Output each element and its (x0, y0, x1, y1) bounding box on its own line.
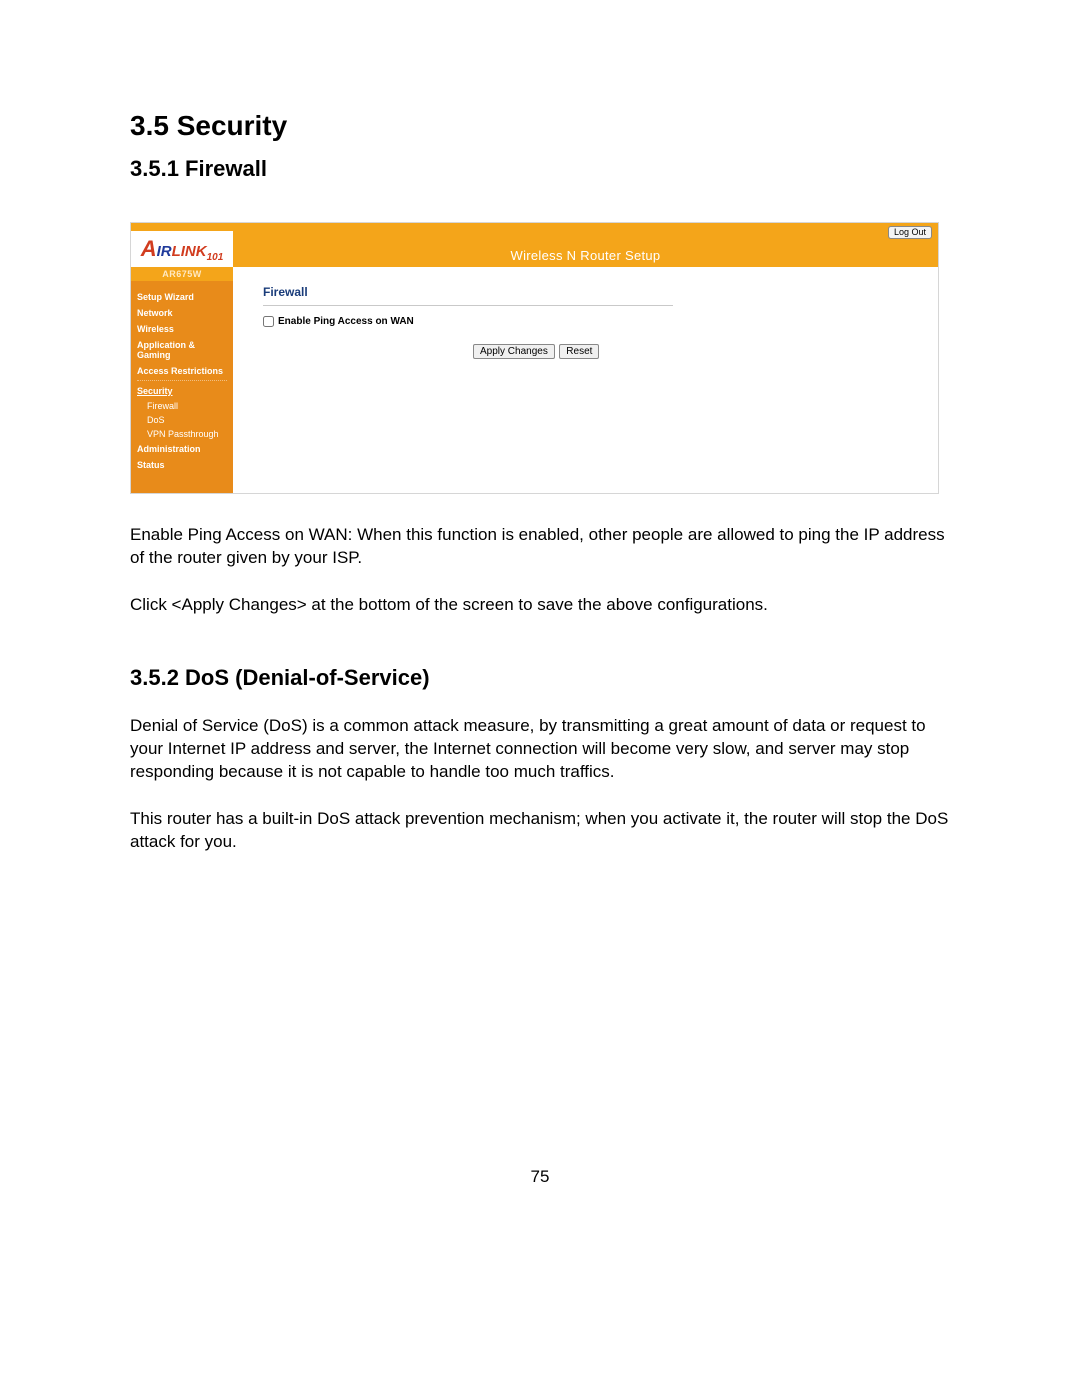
paragraph-dos-desc: Denial of Service (DoS) is a common atta… (130, 715, 950, 784)
button-row: Apply Changes Reset (263, 341, 908, 359)
paragraph-dos-prevention: This router has a built-in DoS attack pr… (130, 808, 950, 854)
router-screenshot: Log Out AIRLINK101 Wireless N Router Set… (130, 222, 939, 494)
paragraph-apply-desc: Click <Apply Changes> at the bottom of t… (130, 594, 950, 617)
ping-access-checkbox[interactable] (263, 316, 274, 327)
subsection-title-firewall: 3.5.1 Firewall (130, 156, 950, 182)
content-title: Firewall (263, 285, 908, 299)
sidebar-subitem-firewall[interactable]: Firewall (137, 399, 227, 413)
ping-access-label: Enable Ping Access on WAN (278, 316, 414, 327)
page-number: 75 (0, 1167, 1080, 1187)
sidebar-subitem-vpn[interactable]: VPN Passthrough (137, 427, 227, 441)
sidebar-item-status[interactable]: Status (137, 457, 227, 473)
sidebar-item-app-gaming[interactable]: Application & Gaming (137, 337, 227, 363)
router-header: AIRLINK101 Wireless N Router Setup (131, 231, 938, 267)
ping-access-row[interactable]: Enable Ping Access on WAN (263, 316, 908, 327)
router-content: Firewall Enable Ping Access on WAN Apply… (233, 267, 938, 493)
logout-button[interactable]: Log Out (888, 226, 932, 239)
subsection-title-dos: 3.5.2 DoS (Denial-of-Service) (130, 665, 950, 691)
nav: Setup Wizard Network Wireless Applicatio… (131, 281, 233, 493)
divider (137, 380, 227, 381)
reset-button[interactable]: Reset (559, 344, 599, 359)
airlink-logo: AIRLINK101 (141, 236, 224, 263)
header-title: Wireless N Router Setup (511, 248, 661, 263)
paragraph-ping-desc: Enable Ping Access on WAN: When this fun… (130, 524, 950, 570)
top-strip: Log Out (131, 223, 938, 231)
section-title: 3.5 Security (130, 110, 950, 142)
sidebar-item-network[interactable]: Network (137, 305, 227, 321)
model-label: AR675W (131, 267, 233, 281)
sidebar: AR675W Setup Wizard Network Wireless App… (131, 267, 233, 493)
sidebar-subitem-dos[interactable]: DoS (137, 413, 227, 427)
sidebar-item-administration[interactable]: Administration (137, 441, 227, 457)
apply-changes-button[interactable]: Apply Changes (473, 344, 555, 359)
sidebar-item-security[interactable]: Security (137, 383, 227, 399)
logo-cell: AIRLINK101 (131, 231, 233, 267)
sidebar-item-wireless[interactable]: Wireless (137, 321, 227, 337)
header-band: Wireless N Router Setup (233, 231, 938, 267)
sidebar-item-access-restrictions[interactable]: Access Restrictions (137, 363, 227, 379)
content-divider (263, 305, 673, 306)
sidebar-item-setup-wizard[interactable]: Setup Wizard (137, 289, 227, 305)
